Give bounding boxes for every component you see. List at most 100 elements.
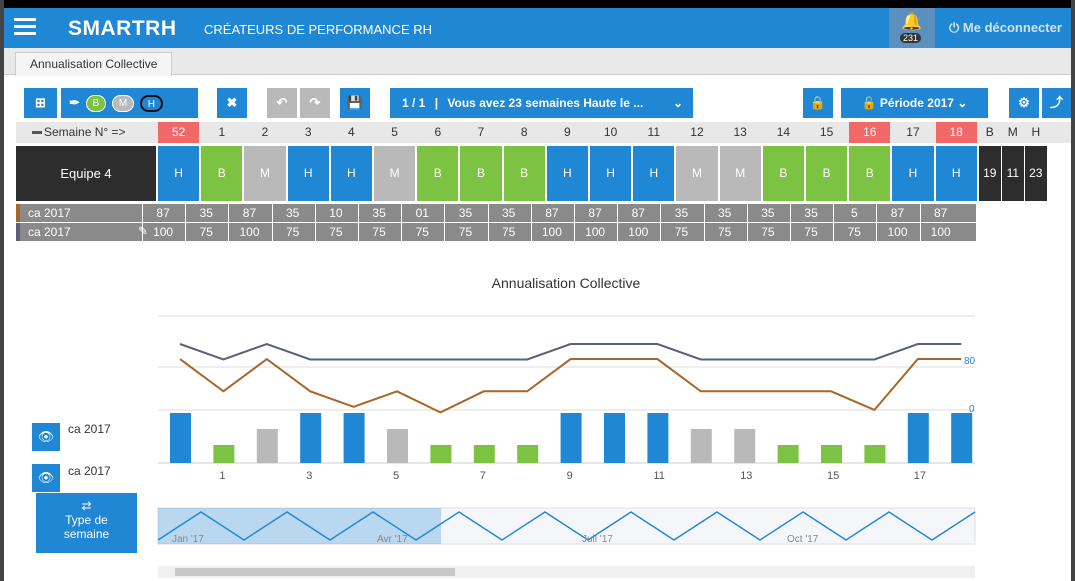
eye-icon[interactable]: 👁 (32, 423, 60, 451)
week-type-cell[interactable]: H (633, 146, 675, 201)
logout-button[interactable]: ⏻ Me déconnecter (949, 20, 1062, 36)
week-type-cell[interactable]: H (892, 146, 934, 201)
redo-icon[interactable]: ↷ (300, 88, 330, 118)
totals-header: H (1031, 125, 1041, 139)
week-type-cell[interactable]: H (330, 146, 372, 201)
paint-selector[interactable]: ✒ B M H (61, 88, 198, 118)
scrollbar-thumb[interactable] (175, 568, 455, 576)
row-value: 75 (271, 223, 313, 241)
x-tick: 17 (914, 470, 926, 482)
notifications-button[interactable]: 🔔 231 (889, 8, 935, 48)
tab-annualisation-collective[interactable]: Annualisation Collective (15, 52, 173, 76)
week-number: 5 (374, 122, 416, 143)
row-value: 35 (358, 204, 399, 222)
row-value: 87 (919, 204, 961, 222)
lock-icon[interactable]: 🔒 (803, 88, 833, 118)
power-icon: ⏻ (949, 20, 960, 35)
row-value: 87 (530, 204, 572, 222)
settings-icon[interactable]: ⚙ (1009, 88, 1039, 118)
week-number: 9 (546, 122, 588, 143)
week-type-cell[interactable]: H (546, 146, 588, 201)
x-tick: 7 (480, 470, 486, 482)
week-type-cell[interactable]: H (590, 146, 632, 201)
week-number: 3 (287, 122, 329, 143)
legend-label: ca 2017 (68, 422, 111, 436)
pill-b[interactable]: B (85, 95, 107, 113)
bar (821, 445, 842, 463)
swap-icon: ⇄ (81, 499, 92, 513)
app-logo[interactable]: SMARTRH (68, 17, 177, 41)
bar (734, 429, 756, 463)
row-value: 01 (401, 204, 442, 222)
week-type-cell[interactable]: B (806, 146, 848, 201)
chart-area: Annualisation Collective 80 0 1 3 5 7 9 11 13 15 1… (0, 250, 1075, 581)
row-value: 75 (401, 223, 442, 241)
week-number: 10 (590, 122, 632, 143)
week-type-cell[interactable]: B (503, 146, 545, 201)
pill-h[interactable]: H (139, 95, 164, 113)
team-row: Equipe 4 HBMHHMBBBHHHMMBBBHH 19 11 23 (16, 146, 1071, 201)
week-number: 12 (676, 122, 718, 143)
row-value: 100 (919, 223, 961, 241)
week-type-cell[interactable]: H (935, 146, 977, 201)
row-value: 35 (746, 204, 788, 222)
export-icon[interactable]: ⤴ (1042, 88, 1071, 118)
row-value: 75 (703, 223, 745, 241)
row-value: 100 (876, 223, 917, 241)
row-value: 87 (574, 204, 615, 222)
menu-icon[interactable] (14, 18, 36, 36)
week-number: 15 (806, 122, 848, 143)
week-header-row: Semaine N° => 52 1 2 3 4 5 6 7 8 9 10 11 12 13 14 15 16 1… (16, 122, 1071, 143)
tree-icon[interactable]: ⊞ (24, 88, 57, 118)
undo-icon[interactable]: ↶ (267, 88, 297, 118)
pill-m[interactable]: M (111, 95, 135, 113)
bar (604, 413, 625, 463)
week-number: 14 (762, 122, 804, 143)
week-header-label: Semaine N° => (16, 122, 156, 143)
collapse-icon[interactable] (32, 131, 42, 135)
week-number: 1 (201, 122, 243, 143)
week-number: 6 (417, 122, 459, 143)
week-type-cell[interactable]: M (244, 146, 286, 201)
unlock-icon: 🔓 (861, 96, 877, 110)
week-type-button[interactable]: ⇄ Type de semaine (36, 493, 137, 553)
row-value: 100 (574, 223, 615, 241)
week-type-cell[interactable]: H (287, 146, 329, 201)
row-value: 75 (444, 223, 485, 241)
bar (343, 413, 365, 463)
week-number: 17 (892, 122, 934, 143)
row-value: 87 (228, 204, 269, 222)
x-tick: 9 (567, 470, 573, 482)
period-label: Période 2017 (879, 96, 954, 110)
week-type-cell[interactable]: M (719, 146, 761, 201)
x-tick: 1 (219, 470, 225, 482)
toolbar: ⊞ ✒ B M H ✖ ↶ ↷ 💾 1 / 1 | Vous avez 23 s… (24, 88, 1071, 118)
row-value: 100 (530, 223, 572, 241)
bar (517, 445, 539, 463)
navigator-label: Oct '17 (787, 534, 819, 545)
bar (690, 429, 712, 463)
close-icon[interactable]: ✖ (217, 88, 247, 118)
week-type-cell[interactable]: H (158, 146, 200, 201)
week-type-cell[interactable]: B (849, 146, 891, 201)
navigator-label: Avr '17 (377, 534, 408, 545)
week-type-cell[interactable]: M (374, 146, 416, 201)
totals-header: M (1007, 125, 1018, 139)
total-cell: 23 (1024, 146, 1047, 201)
week-type-cell[interactable]: B (201, 146, 243, 201)
week-type-cell[interactable]: B (762, 146, 804, 201)
x-tick: 5 (393, 470, 399, 482)
week-type-cell[interactable]: M (676, 146, 718, 201)
separator: | (434, 96, 439, 110)
row-value: 87 (142, 204, 183, 222)
row-value: 100 (228, 223, 269, 241)
eye-icon[interactable]: 👁 (32, 464, 60, 492)
bar (256, 429, 278, 463)
message-dropdown[interactable]: 1 / 1 | Vous avez 23 semaines Haute le .… (390, 88, 693, 118)
type-button-line1: Type de (65, 513, 108, 527)
period-dropdown[interactable]: 🔓 Période 2017 ⌄ (841, 88, 988, 118)
week-type-cell[interactable]: B (417, 146, 459, 201)
week-type-cell[interactable]: B (460, 146, 502, 201)
save-icon[interactable]: 💾 (340, 88, 370, 118)
row-value: 35 (487, 204, 529, 222)
